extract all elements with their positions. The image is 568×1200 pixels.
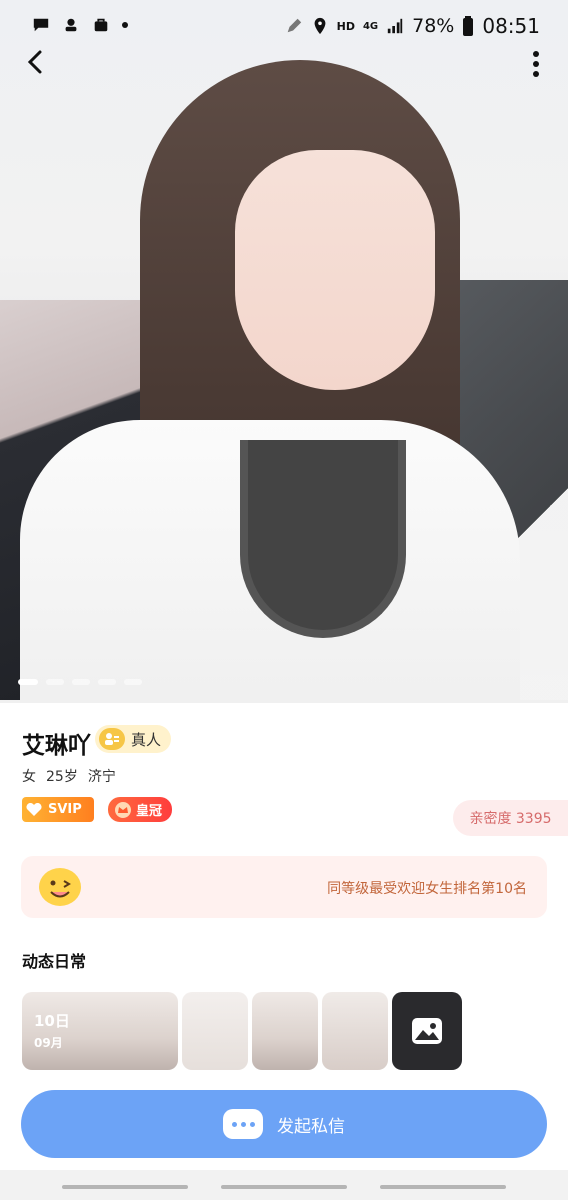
nav-back[interactable]: [380, 1185, 506, 1189]
battery-percent: 78%: [412, 15, 455, 37]
more-photos-button[interactable]: [392, 992, 462, 1070]
real-badge-label: 真人: [131, 730, 162, 749]
city: 济宁: [87, 769, 116, 785]
status-bar: HD 4G 78% 08:51: [0, 0, 568, 54]
person-badge-icon: [99, 728, 125, 750]
clock: 08:51: [482, 14, 540, 38]
real-person-badge: 真人: [95, 725, 172, 753]
photo-collar: [240, 440, 406, 638]
ranking-banner: 同等级最受欢迎女生排名第10名: [21, 856, 547, 918]
moment-thumbnail[interactable]: [322, 992, 388, 1070]
age: 25岁: [46, 769, 78, 785]
send-message-label: 发起私信: [277, 1116, 345, 1137]
svip-label: SVIP: [48, 802, 82, 817]
back-icon[interactable]: [22, 48, 50, 76]
page-dot[interactable]: [46, 679, 64, 685]
moment-day: 10日: [34, 1012, 70, 1030]
4g-label: 4G: [362, 20, 379, 32]
app-icon: [65, 18, 77, 32]
message-icon: [223, 1109, 263, 1139]
moment-thumbnail[interactable]: 10日 09月: [22, 992, 178, 1070]
nav-home[interactable]: [221, 1185, 347, 1189]
page-dot[interactable]: [98, 679, 116, 685]
location-icon: [314, 17, 326, 35]
moments-thumbnails[interactable]: 10日 09月: [22, 992, 462, 1070]
gallery-pager[interactable]: [18, 679, 142, 685]
rank-text: 同等级最受欢迎女生排名第10名: [327, 881, 527, 897]
heart-icon: [26, 802, 42, 816]
chat-icon: [33, 18, 49, 32]
page-dot[interactable]: [124, 679, 142, 685]
more-icon[interactable]: [532, 50, 540, 78]
send-message-button[interactable]: 发起私信: [21, 1090, 547, 1158]
page-dot[interactable]: [18, 679, 38, 685]
page-dot[interactable]: [72, 679, 90, 685]
crown-icon: [115, 801, 131, 818]
signal-icon: [387, 18, 403, 34]
hd-label: HD: [336, 19, 355, 33]
moment-thumbnail[interactable]: [182, 992, 248, 1070]
badge-row: SVIP 皇冠: [22, 797, 172, 822]
bag-icon: [94, 18, 108, 32]
notification-dot: [122, 22, 128, 28]
system-nav-bar: [0, 1170, 568, 1200]
moment-thumbnail[interactable]: [252, 992, 318, 1070]
photo-face: [235, 150, 435, 390]
edit-icon: [287, 18, 301, 33]
profile-info: 女 25岁 济宁: [22, 766, 116, 786]
moments-title: 动态日常: [22, 952, 87, 971]
image-icon: [412, 1018, 442, 1044]
svip-badge: SVIP: [22, 797, 94, 822]
intimacy-tag: 亲密度 3395: [453, 800, 568, 836]
moment-month: 09月: [34, 1036, 63, 1050]
crown-label: 皇冠: [136, 804, 163, 819]
nav-recent[interactable]: [62, 1185, 188, 1189]
emoji-icon: [39, 868, 81, 906]
gender: 女: [22, 769, 36, 785]
crown-badge: 皇冠: [108, 797, 172, 822]
moment-date: 10日 09月: [34, 1010, 70, 1051]
battery-icon: [463, 16, 474, 36]
profile-photo[interactable]: [0, 0, 568, 703]
profile-name: 艾琳吖: [22, 733, 91, 759]
